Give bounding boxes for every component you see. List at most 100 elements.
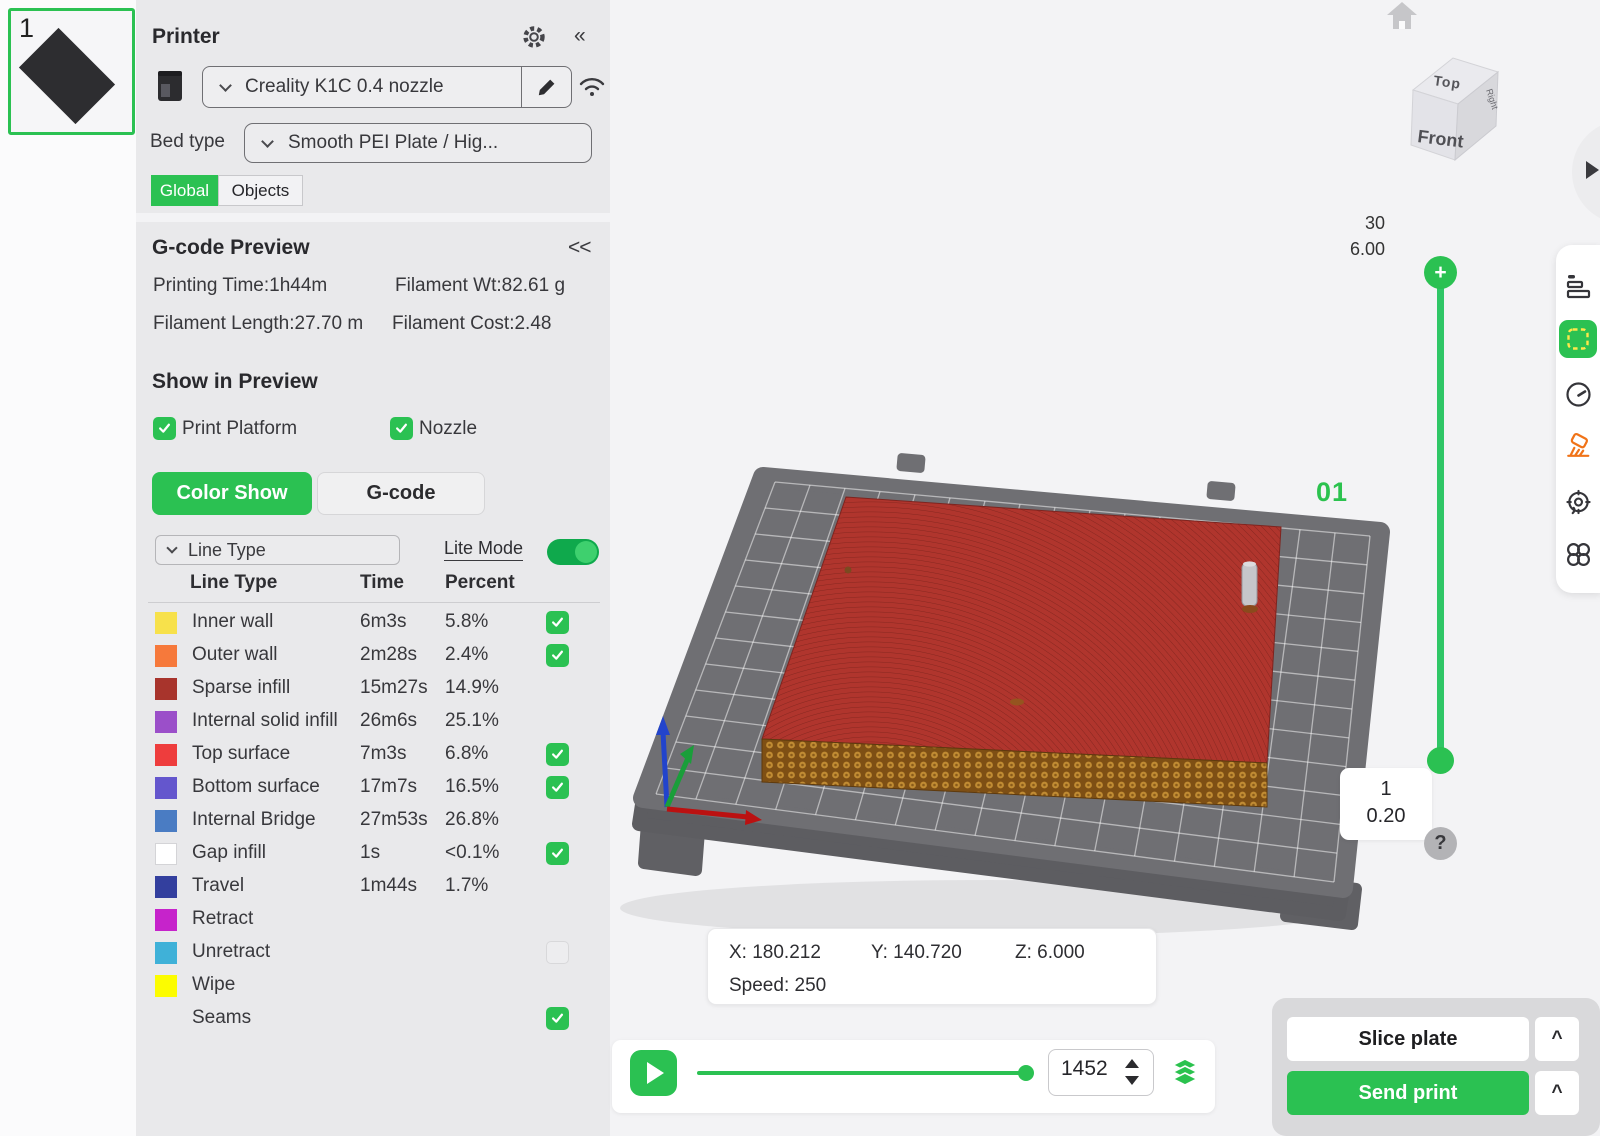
line-type-row: Bottom surface17m7s16.5% [136,772,610,805]
layer-value-input[interactable] [1061,1057,1119,1081]
line-type-label: Retract [192,908,253,930]
surface-spot [1010,699,1024,706]
collapse-panel-button[interactable]: « [574,24,585,48]
tab-objects[interactable]: Objects [218,175,303,206]
line-type-swatch [155,612,177,634]
collapse-preview-button[interactable]: << [568,236,591,260]
layer-slider-track[interactable] [1437,272,1444,760]
line-type-time: 1m44s [360,875,417,897]
layer-slider-top-handle[interactable]: + [1424,256,1457,289]
line-type-row: Retract [136,904,610,937]
send-options-button[interactable]: ^ [1535,1071,1579,1115]
status-speed: Speed: 250 [729,975,826,997]
lite-mode-link[interactable]: Lite Mode [444,538,523,561]
clover-icon[interactable] [1565,541,1592,568]
line-type-row: Outer wall2m28s2.4% [136,640,610,673]
plate-thumbnail[interactable]: 1 [8,8,135,135]
line-type-row: Internal Bridge27m53s26.8% [136,805,610,838]
printer-select-value: Creality K1C 0.4 nozzle [245,76,521,98]
playback-slider-handle[interactable] [1018,1065,1034,1081]
play-button[interactable] [630,1050,677,1096]
plate-number: 1 [19,13,34,44]
line-type-time: 15m27s [360,677,428,699]
line-type-time: 2m28s [360,644,417,666]
line-type-label: Top surface [192,743,290,765]
line-type-time: 26m6s [360,710,417,732]
printing-time: Printing Time:1h44m [153,275,327,297]
creality-print-preview-screen: 1 Printer « Creality K1C 0.4 nozzle [0,0,1600,1136]
line-type-row: Gap infill1s<0.1% [136,838,610,871]
line-type-checkbox[interactable] [546,941,569,964]
line-type-swatch [155,744,177,766]
show-in-preview-title: Show in Preview [152,370,318,394]
speed-gauge-icon[interactable] [1565,381,1592,408]
col-time: Time [360,572,404,594]
printer-device-icon [157,69,183,108]
line-type-swatch [155,678,177,700]
play-icon [647,1062,664,1084]
printer-select[interactable]: Creality K1C 0.4 nozzle [202,66,572,108]
stepper-up-icon[interactable] [1125,1059,1139,1068]
send-print-button[interactable]: Send print [1287,1071,1529,1115]
color-show-button[interactable]: Color Show [152,472,312,515]
selection-tool-icon[interactable] [1559,320,1597,358]
nozzle-label: Nozzle [419,418,477,440]
print-platform-checkbox[interactable] [153,417,176,440]
line-type-label: Sparse infill [192,677,290,699]
slice-options-button[interactable]: ^ [1535,1017,1579,1061]
layer-slider-bottom-handle[interactable] [1427,747,1454,774]
line-type-swatch [155,777,177,799]
line-type-label: Inner wall [192,611,273,633]
preview-structure-icon[interactable] [1565,272,1592,299]
printer-panel: Printer « Creality K1C 0.4 nozzle [136,0,610,213]
playback-slider-track[interactable] [697,1071,1027,1075]
line-type-label: Internal Bridge [192,809,316,831]
line-type-checkbox[interactable] [546,776,569,799]
wifi-icon[interactable] [577,71,607,104]
home-icon[interactable] [1386,1,1418,35]
line-type-checkbox[interactable] [546,1007,569,1030]
nozzle-checkbox[interactable] [390,417,413,440]
actions-container: Slice plate ^ Send print ^ [1272,998,1600,1136]
line-type-percent: 14.9% [445,677,499,699]
print-platform-label: Print Platform [182,418,297,440]
line-type-select[interactable]: Line Type [155,535,400,565]
line-type-percent: 25.1% [445,710,499,732]
layer-stack-icon[interactable] [1168,1056,1202,1095]
chevron-down-icon [166,542,177,553]
gcode-preview-title: G-code Preview [152,236,310,260]
printed-object-top[interactable] [762,497,1281,763]
line-type-time: 7m3s [360,743,406,765]
line-type-label: Wipe [192,974,235,996]
bottom-layer-height: 0.20 [1340,803,1432,830]
line-type-percent: <0.1% [445,842,499,864]
line-type-time: 6m3s [360,611,406,633]
support-icon[interactable] [1565,433,1592,460]
tab-global[interactable]: Global [151,175,218,206]
bed-type-label: Bed type [150,131,225,153]
gear-icon[interactable] [521,24,547,55]
filament-weight: Filament Wt:82.61 g [395,275,565,297]
line-type-checkbox[interactable] [546,743,569,766]
toggle-knob [575,541,597,563]
chevron-down-icon [261,135,274,148]
line-type-checkbox[interactable] [546,644,569,667]
help-button[interactable]: ? [1424,827,1457,860]
status-y: Y: 140.720 [871,942,962,964]
bed-type-value: Smooth PEI Plate / Hig... [288,132,498,154]
line-type-row: Sparse infill 15m27s 14.9% [136,673,610,706]
edit-printer-button[interactable] [522,77,571,97]
seam-target-icon[interactable] [1565,489,1592,516]
line-type-checkbox[interactable] [546,611,569,634]
line-type-time: 27m53s [360,809,428,831]
line-type-checkbox[interactable] [546,842,569,865]
bed-type-select[interactable]: Smooth PEI Plate / Hig... [244,123,592,163]
nozzle-top [1243,561,1256,566]
lite-mode-toggle[interactable] [547,539,599,565]
plate-list-rail: 1 [0,0,136,1136]
slice-plate-button[interactable]: Slice plate [1287,1017,1529,1061]
stepper-down-icon[interactable] [1125,1076,1139,1085]
viewport-3d-scene[interactable] [610,430,1420,940]
gcode-button[interactable]: G-code [317,472,485,515]
orientation-cube[interactable]: Top Front Right [1403,48,1507,168]
